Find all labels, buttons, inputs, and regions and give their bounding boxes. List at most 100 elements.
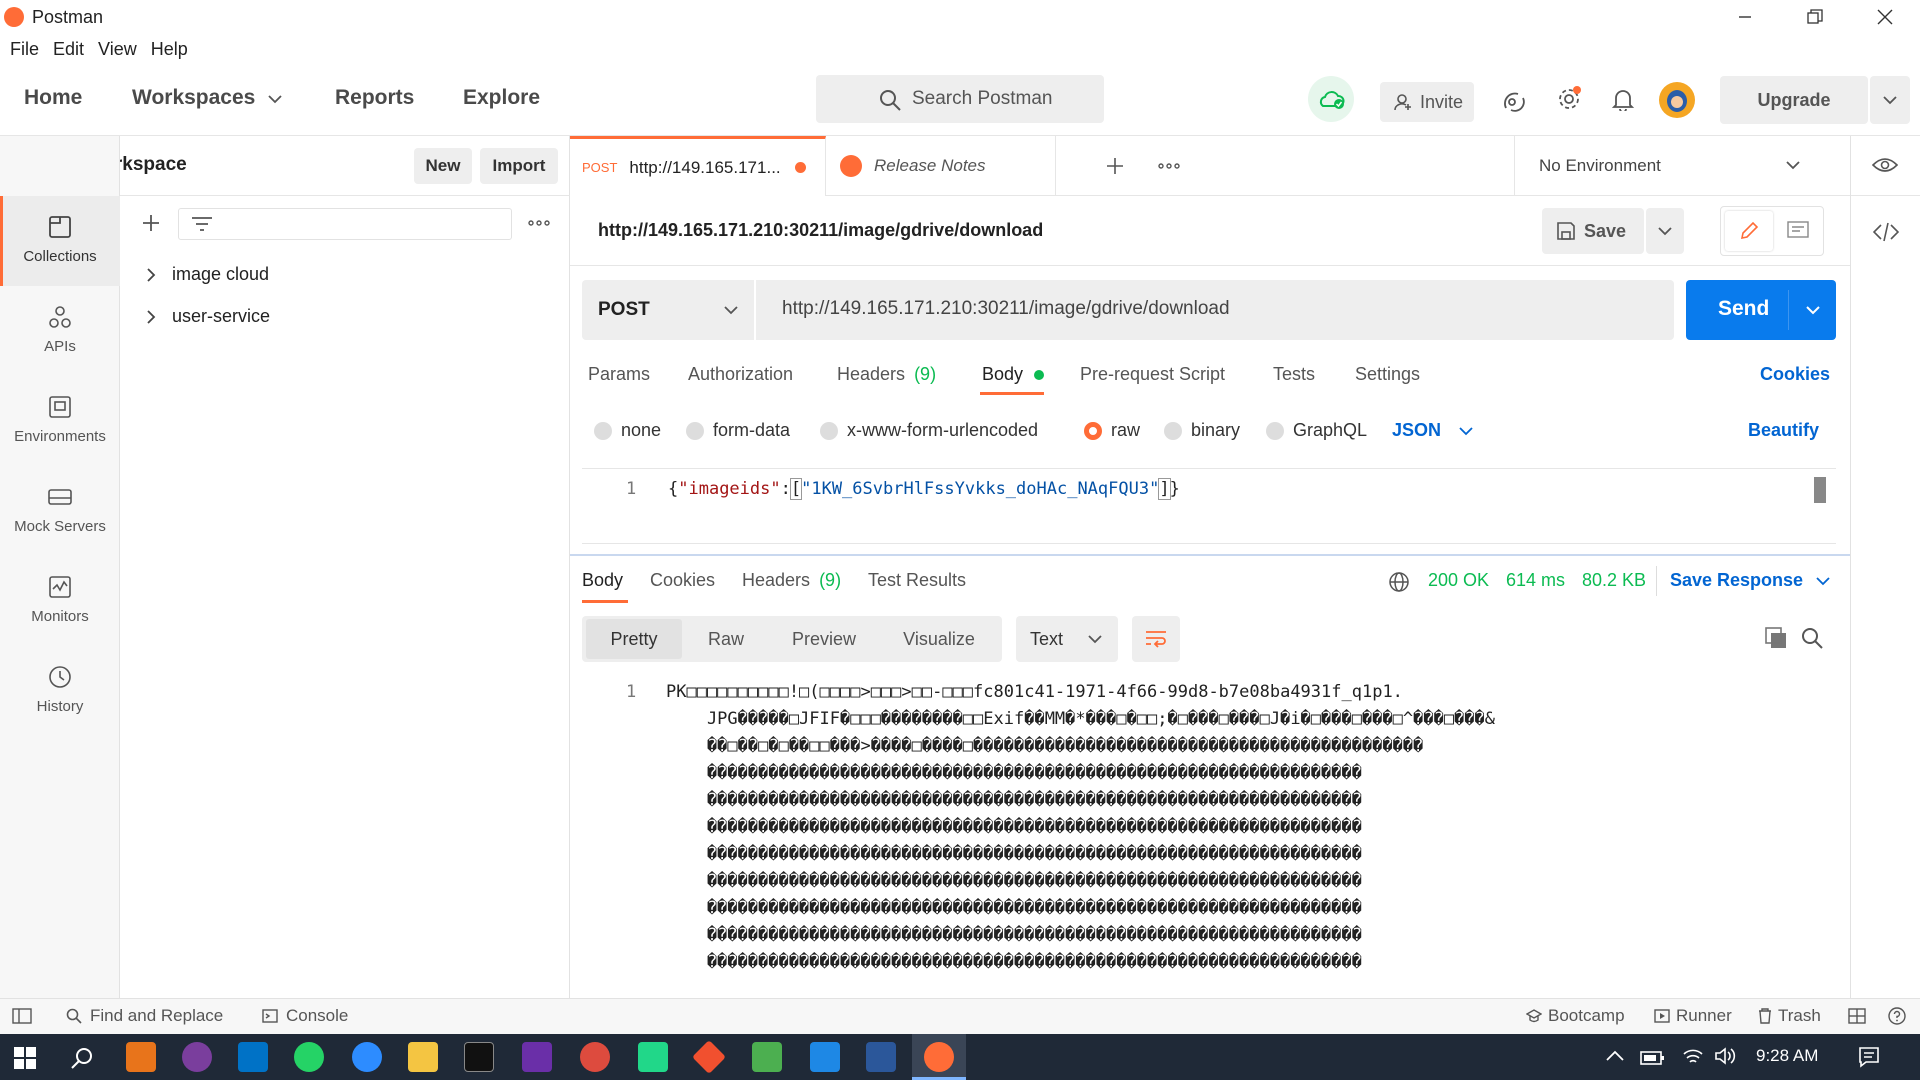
edit-pencil-icon[interactable] [1725,211,1773,251]
body-type-binary[interactable]: binary [1164,420,1240,441]
view-preview-button[interactable]: Preview [772,616,876,662]
response-format-select[interactable]: Text [1016,616,1118,662]
notepad-icon[interactable] [752,1042,782,1072]
nav-explore[interactable]: Explore [463,86,540,110]
rail-history[interactable]: History [0,664,120,715]
body-type-urlencoded[interactable]: x-www-form-urlencoded [820,420,1038,441]
tab-options-icon[interactable] [1158,163,1180,169]
menu-view[interactable]: View [98,39,137,60]
response-body-viewer[interactable]: 1 PK□□□□□□□□□□!□(□□□□>□□□>□□-□□□fc801c41… [582,676,1836,986]
sync-status-icon[interactable] [1308,76,1354,122]
minimize-button[interactable] [1710,0,1780,34]
file-explorer-icon[interactable] [408,1042,438,1072]
tab-body[interactable]: Body [982,364,1045,385]
add-collection-icon[interactable] [142,214,160,232]
rail-environments[interactable]: Environments [0,394,120,445]
nav-workspaces[interactable]: Workspaces [132,86,255,110]
collection-item-image-cloud[interactable]: image cloud [146,264,269,285]
tab-headers[interactable]: Headers (9) [837,364,936,385]
tab-active-request[interactable]: POST http://149.165.171... [570,136,826,196]
store-icon[interactable] [810,1042,840,1072]
documentation-icon[interactable] [1775,211,1821,251]
environment-selector[interactable]: No Environment [1514,136,1824,196]
restore-button[interactable] [1780,0,1850,34]
pycharm-icon[interactable] [638,1042,668,1072]
view-raw-button[interactable]: Raw [686,616,766,662]
body-type-raw[interactable]: raw [1084,420,1140,441]
request-name[interactable]: http://149.165.171.210:30211/image/gdriv… [598,220,1043,241]
body-editor[interactable]: 1 {"imageids":["1KW_6SvbrHlFssYvkks_doHA… [582,468,1836,544]
response-tab-cookies[interactable]: Cookies [650,570,715,591]
response-size[interactable]: 80.2 KB [1582,570,1646,591]
tab-authorization[interactable]: Authorization [688,364,793,385]
rail-apis[interactable]: APIs [0,304,120,355]
editor-scrollbar[interactable] [1814,477,1826,503]
search-response-icon[interactable] [1800,626,1824,650]
tab-params[interactable]: Params [588,364,650,385]
import-button[interactable]: Import [480,148,558,184]
collection-item-user-service[interactable]: user-service [146,306,270,327]
whatsapp-icon[interactable] [294,1042,324,1072]
response-tab-test-results[interactable]: Test Results [868,570,966,591]
console-button[interactable]: Console [262,1006,348,1026]
send-button[interactable]: Send [1686,280,1836,340]
search-postman-input[interactable]: Search Postman [816,75,1104,123]
save-button[interactable]: Save [1542,208,1644,254]
rail-monitors[interactable]: Monitors [0,574,120,625]
copy-icon[interactable] [1764,626,1788,650]
rail-collections[interactable]: Collections [0,214,120,265]
new-tab-icon[interactable] [1106,157,1124,175]
tab-tests[interactable]: Tests [1273,364,1315,385]
taskbar-search-icon[interactable] [70,1046,94,1070]
body-type-form-data[interactable]: form-data [686,420,790,441]
nav-home[interactable]: Home [24,86,82,110]
tab-settings[interactable]: Settings [1355,364,1420,385]
tab-release-notes[interactable]: Release Notes [828,136,1056,196]
notifications-bell-icon[interactable] [1612,87,1634,111]
two-pane-view-icon[interactable] [1848,1008,1866,1024]
view-visualize-button[interactable]: Visualize [882,616,996,662]
bootcamp-button[interactable]: Bootcamp [1526,1006,1625,1026]
intellij-icon[interactable] [522,1042,552,1072]
avatar[interactable] [1659,82,1695,118]
menu-file[interactable]: File [10,39,39,60]
settings-gear-icon[interactable] [1556,86,1582,112]
body-type-none[interactable]: none [594,420,661,441]
method-select[interactable]: POST [582,280,756,340]
tray-chevron-up-icon[interactable] [1606,1050,1624,1062]
outlook-icon[interactable] [238,1042,268,1072]
response-status[interactable]: 200 OK [1428,570,1489,591]
code-snippet-icon[interactable] [1873,222,1899,242]
tab-pre-request-script[interactable]: Pre-request Script [1080,364,1225,385]
runner-button[interactable]: Runner [1654,1006,1732,1026]
windows-start-icon[interactable] [14,1047,36,1069]
terminal-icon[interactable] [464,1042,494,1072]
wrap-lines-icon[interactable] [1132,616,1180,662]
battery-icon[interactable] [1640,1047,1666,1067]
response-tab-headers[interactable]: Headers (9) [742,570,841,591]
upgrade-dropdown[interactable] [1870,76,1910,124]
body-type-graphql[interactable]: GraphQL [1266,420,1367,441]
beautify-button[interactable]: Beautify [1748,420,1819,441]
view-pretty-button[interactable]: Pretty [586,619,682,659]
postman-taskbar-button[interactable] [912,1034,966,1080]
menu-help[interactable]: Help [151,39,188,60]
cookies-link[interactable]: Cookies [1760,364,1830,385]
save-response-button[interactable]: Save Response [1670,570,1830,591]
url-input[interactable]: http://149.165.171.210:30211/image/gdriv… [782,298,1230,320]
volume-icon[interactable] [1714,1046,1736,1066]
zoom-icon[interactable] [352,1042,382,1072]
save-dropdown[interactable] [1646,208,1684,254]
invite-button[interactable]: Invite [1380,82,1474,122]
wifi-icon[interactable] [1682,1046,1704,1066]
raw-language-select[interactable]: JSON [1392,420,1473,441]
rail-mock-servers[interactable]: Mock Servers [0,484,120,535]
chevron-down-icon[interactable] [268,94,282,104]
slack-icon[interactable] [182,1042,212,1072]
git-icon[interactable] [692,1040,726,1074]
notification-center-icon[interactable] [1858,1046,1880,1068]
trash-button[interactable]: Trash [1758,1006,1821,1026]
satellite-icon[interactable] [1502,88,1526,112]
word-icon[interactable] [866,1042,896,1072]
globe-icon[interactable] [1388,571,1410,593]
